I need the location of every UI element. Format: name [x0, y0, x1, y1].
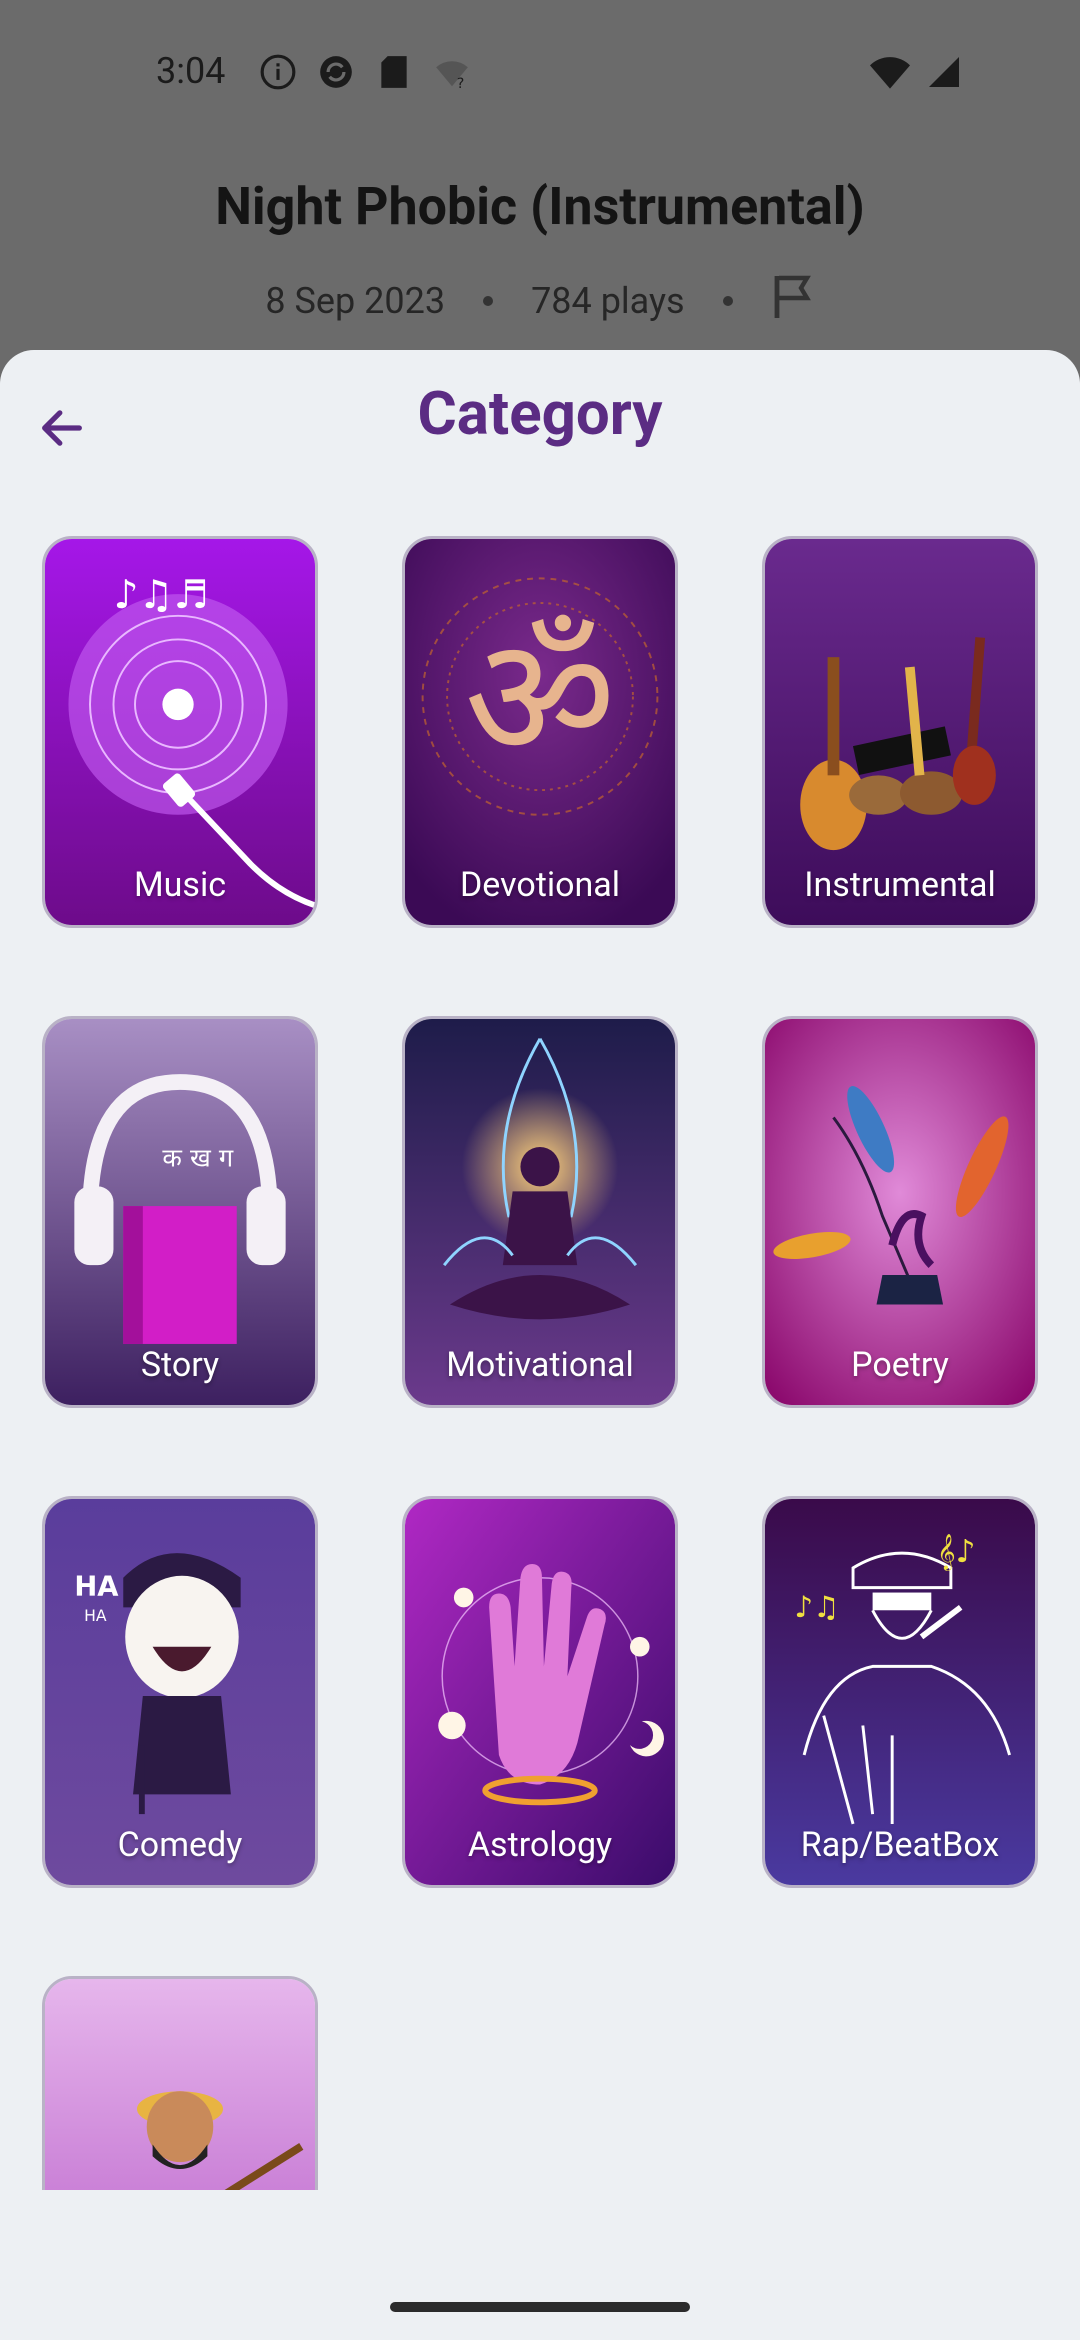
category-card-rap-beatbox[interactable]: ♪♫ 𝄞♪ Rap/BeatBox [762, 1496, 1038, 1888]
sd-card-icon [374, 52, 414, 92]
category-card-astrology[interactable]: Astrology [402, 1496, 678, 1888]
svg-text:HA: HA [74, 1570, 119, 1602]
category-card-devotional[interactable]: ॐ Devotional [402, 536, 678, 928]
svg-text:𝄞♪: 𝄞♪ [937, 1534, 975, 1571]
category-label: Rap/BeatBox [800, 1825, 1000, 1865]
category-label: Devotional [459, 865, 621, 905]
info-icon [258, 52, 298, 92]
signal-icon [924, 52, 964, 92]
category-grid: ♪♫♬ Music ॐ Devotional Instrumental क ख … [42, 536, 1042, 2190]
category-label: Music [133, 865, 227, 905]
background-track-title: Night Phobic (Instrumental) [215, 176, 865, 237]
separator-dot [483, 295, 494, 306]
status-time: 3:04 [156, 50, 226, 92]
status-bar: 3:04 ? [0, 0, 1080, 140]
category-card-music[interactable]: ♪♫♬ Music [42, 536, 318, 928]
category-card-story[interactable]: क ख ग Story [42, 1016, 318, 1408]
category-card-motivational[interactable]: Motivational [402, 1016, 678, 1408]
folk-singer-art [45, 1979, 315, 2190]
wifi-question-icon: ? [432, 52, 472, 92]
svg-text:क ख ग: क ख ग [162, 1144, 233, 1174]
category-label: Poetry [851, 1345, 949, 1385]
sync-icon [316, 52, 356, 92]
svg-text:HA: HA [84, 1606, 107, 1625]
category-label: Instrumental [804, 865, 996, 905]
category-card-poetry[interactable]: Poetry [762, 1016, 1038, 1408]
background-track-meta: 8 Sep 2023 784 plays [0, 272, 1080, 329]
svg-text:?: ? [457, 76, 465, 91]
svg-text:♪♫♬: ♪♫♬ [113, 573, 208, 618]
category-card-instrumental[interactable]: Instrumental [762, 536, 1038, 928]
svg-text:♪♫: ♪♫ [794, 1590, 839, 1624]
category-label: Comedy [117, 1825, 243, 1865]
wifi-icon [870, 52, 910, 92]
category-sheet: Category ♪♫♬ Music ॐ Devotional Instrume… [0, 350, 1080, 2340]
flag-icon[interactable] [771, 272, 815, 329]
home-indicator[interactable] [390, 2302, 690, 2312]
category-label: Motivational [446, 1345, 634, 1385]
separator-dot [722, 295, 733, 306]
svg-text:ॐ: ॐ [464, 601, 616, 796]
track-plays: 784 plays [531, 279, 685, 322]
category-card-folk[interactable] [42, 1976, 318, 2190]
category-grid-viewport[interactable]: ♪♫♬ Music ॐ Devotional Instrumental क ख … [0, 350, 1080, 2190]
category-label: Story [140, 1345, 220, 1385]
track-date: 8 Sep 2023 [265, 279, 446, 322]
category-label: Astrology [467, 1825, 613, 1865]
category-card-comedy[interactable]: HA HA Comedy [42, 1496, 318, 1888]
